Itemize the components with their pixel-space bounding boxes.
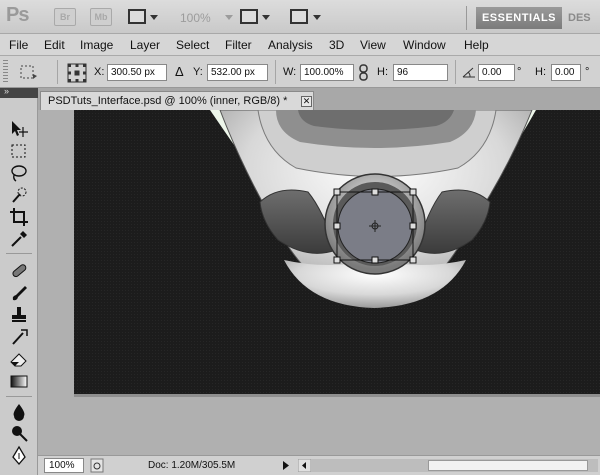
link-icon[interactable] xyxy=(358,64,370,81)
transform-handle[interactable] xyxy=(371,188,379,196)
divider xyxy=(6,253,32,254)
transform-tool-icon[interactable] xyxy=(18,64,38,80)
degree-unit: ° xyxy=(517,66,522,78)
crop-tool-icon[interactable] xyxy=(8,206,30,228)
photoshop-logo: Ps xyxy=(6,4,29,26)
gradient-tool-icon[interactable] xyxy=(8,370,30,392)
w-label: W: xyxy=(283,66,297,78)
eraser-tool-icon[interactable] xyxy=(8,348,30,370)
transform-handle[interactable] xyxy=(333,188,341,196)
transform-handle[interactable] xyxy=(333,222,341,230)
scroll-left-icon[interactable] xyxy=(298,459,311,472)
menu-edit[interactable]: Edit xyxy=(44,38,65,52)
workspace-design-button[interactable]: DES xyxy=(568,12,591,24)
document-tab-bar: PSDTuts_Interface.psd @ 100% (inner, RGB… xyxy=(38,88,600,110)
collapse-icon[interactable]: » xyxy=(4,86,9,96)
lasso-tool-icon[interactable] xyxy=(8,162,30,184)
horizontal-skew-field[interactable]: 0.00 xyxy=(551,64,581,81)
divider xyxy=(275,60,276,84)
tools-panel: » xyxy=(0,86,38,475)
transform-handle[interactable] xyxy=(409,256,417,264)
h-label: H: xyxy=(377,66,388,78)
transform-handle[interactable] xyxy=(333,256,341,264)
pen-tool-icon[interactable] xyxy=(8,445,30,467)
history-brush-tool-icon[interactable] xyxy=(8,326,30,348)
menu-layer[interactable]: Layer xyxy=(130,38,160,52)
menu-image[interactable]: Image xyxy=(80,38,113,52)
reference-point-icon[interactable] xyxy=(67,63,87,83)
document-tab-title: PSDTuts_Interface.psd @ 100% (inner, RGB… xyxy=(48,95,288,107)
menu-help[interactable]: Help xyxy=(464,38,489,52)
menu-analysis[interactable]: Analysis xyxy=(268,38,313,52)
menu-select[interactable]: Select xyxy=(176,38,209,52)
launch-bridge-button[interactable]: Br xyxy=(54,8,76,26)
dodge-tool-icon[interactable] xyxy=(8,423,30,445)
chevron-down-icon xyxy=(225,15,233,20)
y-position-field[interactable]: 532.00 px xyxy=(207,64,268,81)
delta-icon[interactable]: Δ xyxy=(175,64,184,79)
menu-window[interactable]: Window xyxy=(403,38,446,52)
menu-bar: File Edit Image Layer Select Filter Anal… xyxy=(0,34,600,56)
divider xyxy=(455,60,456,84)
x-position-field[interactable]: 300.50 px xyxy=(107,64,167,81)
options-bar: X: 300.50 px Δ Y: 532.00 px W: 100.00% H… xyxy=(0,56,600,88)
transform-handle[interactable] xyxy=(409,222,417,230)
zoom-level-select[interactable]: 100% xyxy=(180,11,211,25)
application-bar: Ps Br Mb 100% ESSENTIALS DES xyxy=(0,0,600,34)
transform-handle[interactable] xyxy=(409,188,417,196)
horizontal-scrollbar[interactable] xyxy=(298,459,598,472)
view-extras-icon xyxy=(128,9,146,24)
brush-tool-icon[interactable] xyxy=(8,282,30,304)
eyedropper-tool-icon[interactable] xyxy=(8,228,30,250)
scrollbar-thumb[interactable] xyxy=(428,460,588,471)
height-field[interactable]: 96 xyxy=(393,64,448,81)
close-icon[interactable]: ✕ xyxy=(301,96,312,107)
screen-mode-icon xyxy=(290,9,308,24)
document-size-info: Doc: 1.20M/305.5M xyxy=(148,460,236,471)
move-tool-icon[interactable] xyxy=(8,118,30,140)
quick-selection-tool-icon[interactable] xyxy=(8,184,30,206)
document-canvas[interactable] xyxy=(38,110,600,455)
launch-minibridge-button[interactable]: Mb xyxy=(90,8,112,26)
document-workspace xyxy=(38,110,600,455)
document-profile-icon[interactable] xyxy=(90,458,104,473)
menu-view[interactable]: View xyxy=(360,38,386,52)
document-tab[interactable]: PSDTuts_Interface.psd @ 100% (inner, RGB… xyxy=(40,91,314,110)
status-zoom-field[interactable]: 100% xyxy=(44,458,84,473)
x-label: X: xyxy=(94,66,105,78)
menu-file[interactable]: File xyxy=(9,38,28,52)
workspace-essentials-button[interactable]: ESSENTIALS xyxy=(476,7,562,29)
menu-filter[interactable]: Filter xyxy=(225,38,252,52)
rotate-angle-icon xyxy=(462,67,475,78)
width-field[interactable]: 100.00% xyxy=(300,64,354,81)
status-menu-arrow-icon[interactable] xyxy=(281,460,291,471)
menu-3d[interactable]: 3D xyxy=(329,38,344,52)
y-label: Y: xyxy=(193,66,203,78)
chevron-down-icon xyxy=(150,15,158,20)
blur-tool-icon[interactable] xyxy=(8,401,30,423)
degree-unit: ° xyxy=(585,66,590,78)
divider xyxy=(6,396,32,397)
canvas-shadow xyxy=(74,394,600,397)
status-bar: 100% Doc: 1.20M/305.5M xyxy=(38,455,600,475)
rotation-field[interactable]: 0.00 xyxy=(478,64,515,81)
healing-brush-tool-icon[interactable] xyxy=(8,260,30,282)
divider xyxy=(466,6,467,30)
options-grip[interactable] xyxy=(3,60,8,84)
divider xyxy=(57,60,58,84)
arrange-documents-icon xyxy=(240,9,258,24)
tools-panel-header[interactable]: » xyxy=(0,86,38,98)
clone-stamp-tool-icon[interactable] xyxy=(8,304,30,326)
chevron-down-icon xyxy=(313,15,321,20)
marquee-tool-icon[interactable] xyxy=(8,140,30,162)
chevron-down-icon xyxy=(262,15,270,20)
h-skew-label: H: xyxy=(535,66,546,78)
transform-handle[interactable] xyxy=(371,256,379,264)
